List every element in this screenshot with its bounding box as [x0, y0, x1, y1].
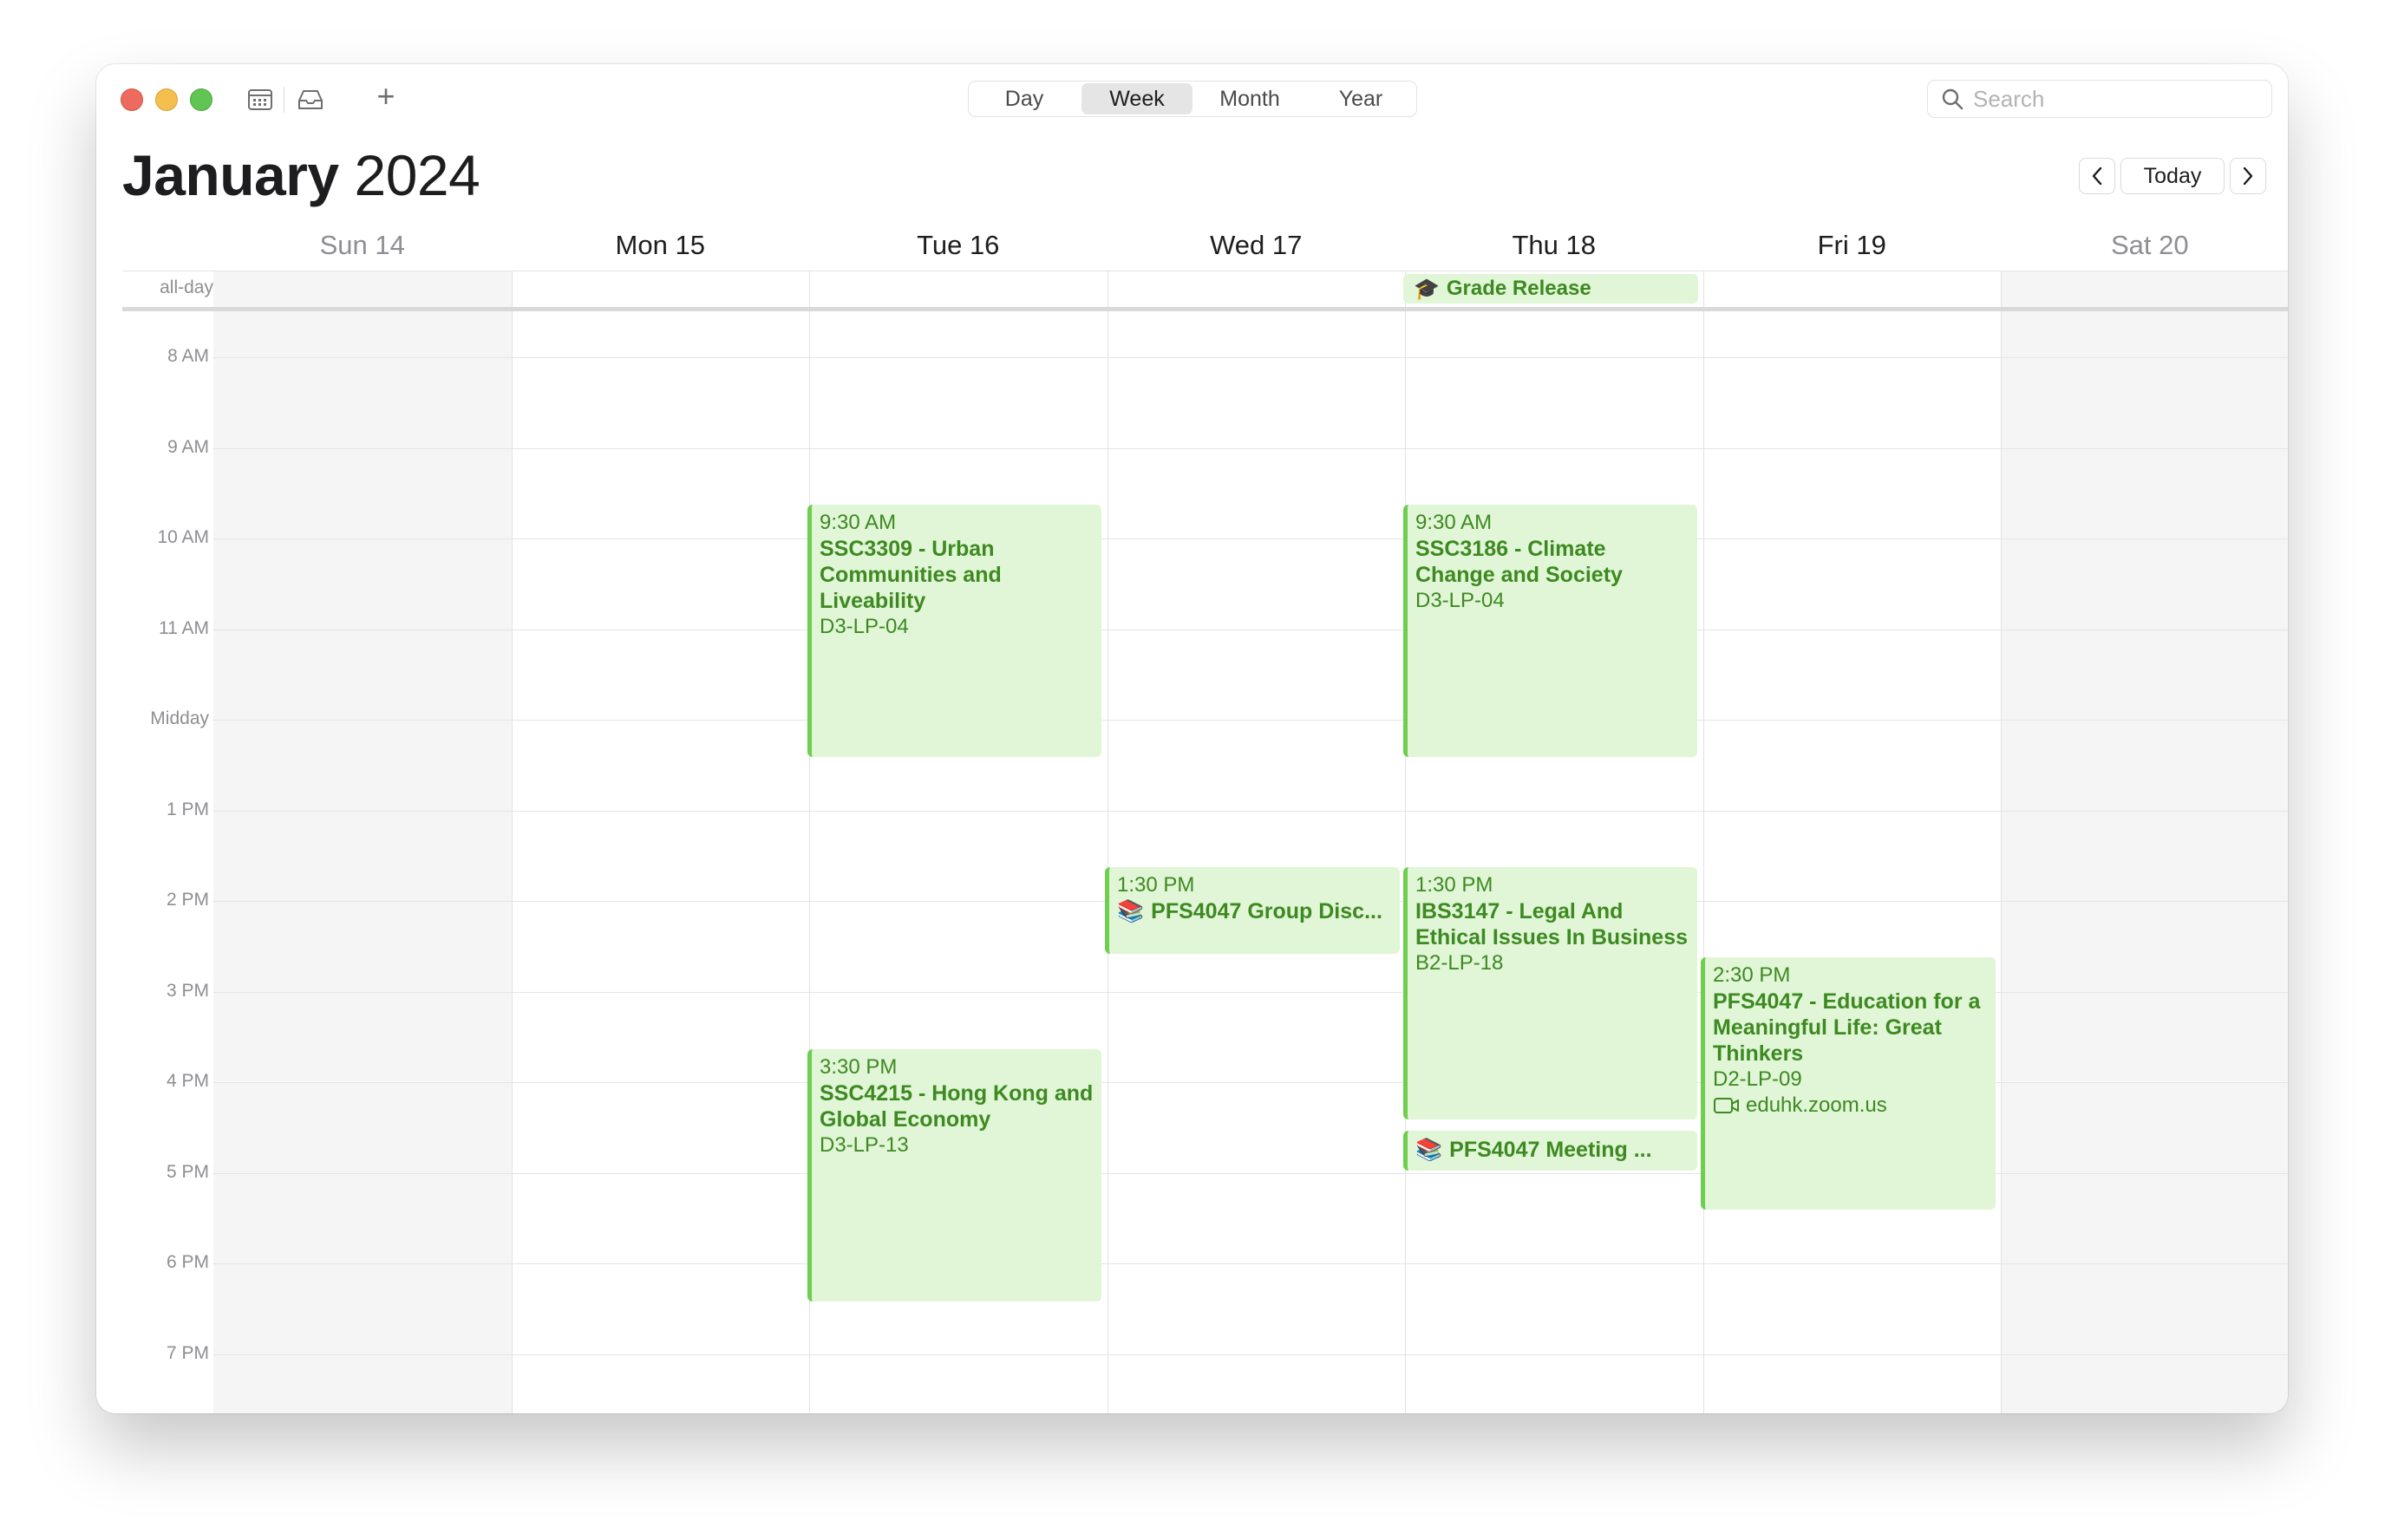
event-time: 2:30 PM [1713, 963, 1791, 987]
day-column-divider [2001, 271, 2002, 1413]
event-location: D3-LP-04 [820, 615, 909, 638]
view-switcher: Day Week Month Year [968, 81, 1417, 117]
hour-label: 2 PM [166, 890, 209, 910]
event-title: PFS4047 Group Disc... [1151, 899, 1382, 923]
year-label: 2024 [354, 143, 480, 207]
event-location: D2-LP-09 [1713, 1067, 1802, 1091]
day-header[interactable]: Sat 20 [2001, 224, 2288, 267]
hour-label: 4 PM [166, 1071, 209, 1091]
weekend-column-bg [2001, 271, 2288, 1413]
video-camera-icon [1714, 1098, 1739, 1113]
day-header[interactable]: Wed 17 [1108, 224, 1406, 267]
month-title: January 2024 [122, 142, 480, 208]
day-header[interactable]: Mon 15 [512, 224, 810, 267]
event-title: SSC3309 - Urban Communities and Liveabil… [820, 537, 1002, 613]
chevron-left-icon [2092, 166, 2102, 186]
today-button[interactable]: Today [2120, 158, 2225, 194]
hour-label: 3 PM [166, 980, 209, 1001]
event-time: 3:30 PM [820, 1055, 898, 1079]
inbox-icon[interactable] [296, 85, 325, 114]
hour-gridline [213, 720, 2288, 721]
weekend-column-bg [213, 271, 512, 1413]
hour-label: 1 PM [166, 799, 209, 819]
event-pfs4047-meeting[interactable]: 📚 PFS4047 Meeting ... [1403, 1131, 1697, 1171]
search-placeholder: Search [1973, 85, 2045, 112]
event-location: B2-LP-18 [1415, 951, 1504, 975]
hour-label: 9 AM [167, 436, 209, 457]
view-tab-month[interactable]: Month [1194, 82, 1305, 116]
hour-label: 7 PM [166, 1342, 209, 1363]
event-url: eduhk.zoom.us [1746, 1093, 1887, 1117]
event-ssc3186[interactable]: 9:30 AM SSC3186 - Climate Change and Soc… [1403, 505, 1697, 757]
day-column-divider [1702, 271, 1704, 1413]
hour-label: Midday [150, 708, 209, 728]
hour-gridline [213, 538, 2288, 539]
search-icon [1942, 88, 1964, 110]
next-week-button[interactable] [2230, 158, 2266, 194]
day-column-divider [511, 271, 513, 1413]
event-pfs4047-education[interactable]: 2:30 PM PFS4047 - Education for a Meanin… [1701, 957, 1996, 1210]
chevron-right-icon [2243, 166, 2253, 186]
event-time: 9:30 AM [820, 511, 897, 534]
event-time: 1:30 PM [1415, 873, 1493, 897]
zoom-window-button[interactable] [190, 88, 212, 111]
all-day-label: all-day [160, 277, 213, 297]
event-title: PFS4047 Meeting ... [1449, 1138, 1652, 1162]
search-field[interactable]: Search [1927, 80, 2272, 118]
day-header[interactable]: Sun 14 [213, 224, 512, 267]
event-location: D3-LP-04 [1415, 589, 1505, 612]
month-name: January [122, 143, 339, 207]
calendars-list-icon[interactable] [245, 85, 275, 114]
view-tab-week[interactable]: Week [1081, 83, 1192, 114]
hour-gridline [213, 447, 2288, 449]
all-day-row [122, 271, 2288, 308]
all-day-event-grade-release[interactable]: 🎓 Grade Release [1403, 274, 1698, 303]
all-day-divider [122, 307, 2288, 311]
books-icon: 📚 [1117, 899, 1145, 923]
hour-label: 10 AM [157, 527, 209, 547]
event-title: PFS4047 - Education for a Meaningful Lif… [1713, 989, 1981, 1066]
hour-gridline [213, 1354, 2288, 1355]
event-time: 9:30 AM [1415, 511, 1493, 534]
event-time: 1:30 PM [1117, 873, 1195, 897]
view-tab-year[interactable]: Year [1305, 82, 1416, 116]
hour-gridline [213, 357, 2288, 358]
hour-gridline [213, 1263, 2288, 1264]
hour-gridline [213, 810, 2288, 812]
day-header[interactable]: Fri 19 [1703, 224, 2002, 267]
all-day-event-title: Grade Release [1446, 277, 1591, 300]
view-tab-day[interactable]: Day [969, 82, 1080, 116]
day-column-divider [1405, 271, 1406, 1413]
event-pfs4047-group-discussion[interactable]: 1:30 PM 📚 PFS4047 Group Disc... [1105, 867, 1400, 954]
day-header[interactable]: Tue 16 [809, 224, 1108, 267]
day-header[interactable]: Thu 18 [1405, 224, 1703, 267]
hour-label: 8 AM [167, 346, 209, 366]
event-title: IBS3147 - Legal And Ethical Issues In Bu… [1415, 899, 1689, 949]
add-event-button[interactable]: + [371, 81, 401, 112]
event-ssc4215[interactable]: 3:30 PM SSC4215 - Hong Kong and Global E… [807, 1049, 1101, 1302]
calendar-window: + Day Week Month Year Search January 2024 T… [96, 64, 2288, 1413]
hour-label: 6 PM [166, 1252, 209, 1272]
event-title: SSC4215 - Hong Kong and Global Economy [820, 1081, 1094, 1132]
minimize-window-button[interactable] [155, 88, 178, 111]
event-video-link[interactable]: eduhk.zoom.us [1713, 1093, 1989, 1119]
event-ssc3309[interactable]: 9:30 AM SSC3309 - Urban Communities and … [807, 505, 1101, 757]
event-ibs3147[interactable]: 1:30 PM IBS3147 - Legal And Ethical Issu… [1403, 867, 1697, 1119]
event-title: SSC3186 - Climate Change and Society [1415, 537, 1623, 587]
previous-week-button[interactable] [2079, 158, 2115, 194]
close-window-button[interactable] [121, 88, 143, 111]
event-location: D3-LP-13 [820, 1133, 909, 1157]
books-icon: 📚 [1415, 1138, 1443, 1162]
hour-label: 11 AM [159, 617, 209, 638]
hour-label: 5 PM [166, 1161, 209, 1182]
graduation-cap-icon: 🎓 [1414, 277, 1440, 301]
